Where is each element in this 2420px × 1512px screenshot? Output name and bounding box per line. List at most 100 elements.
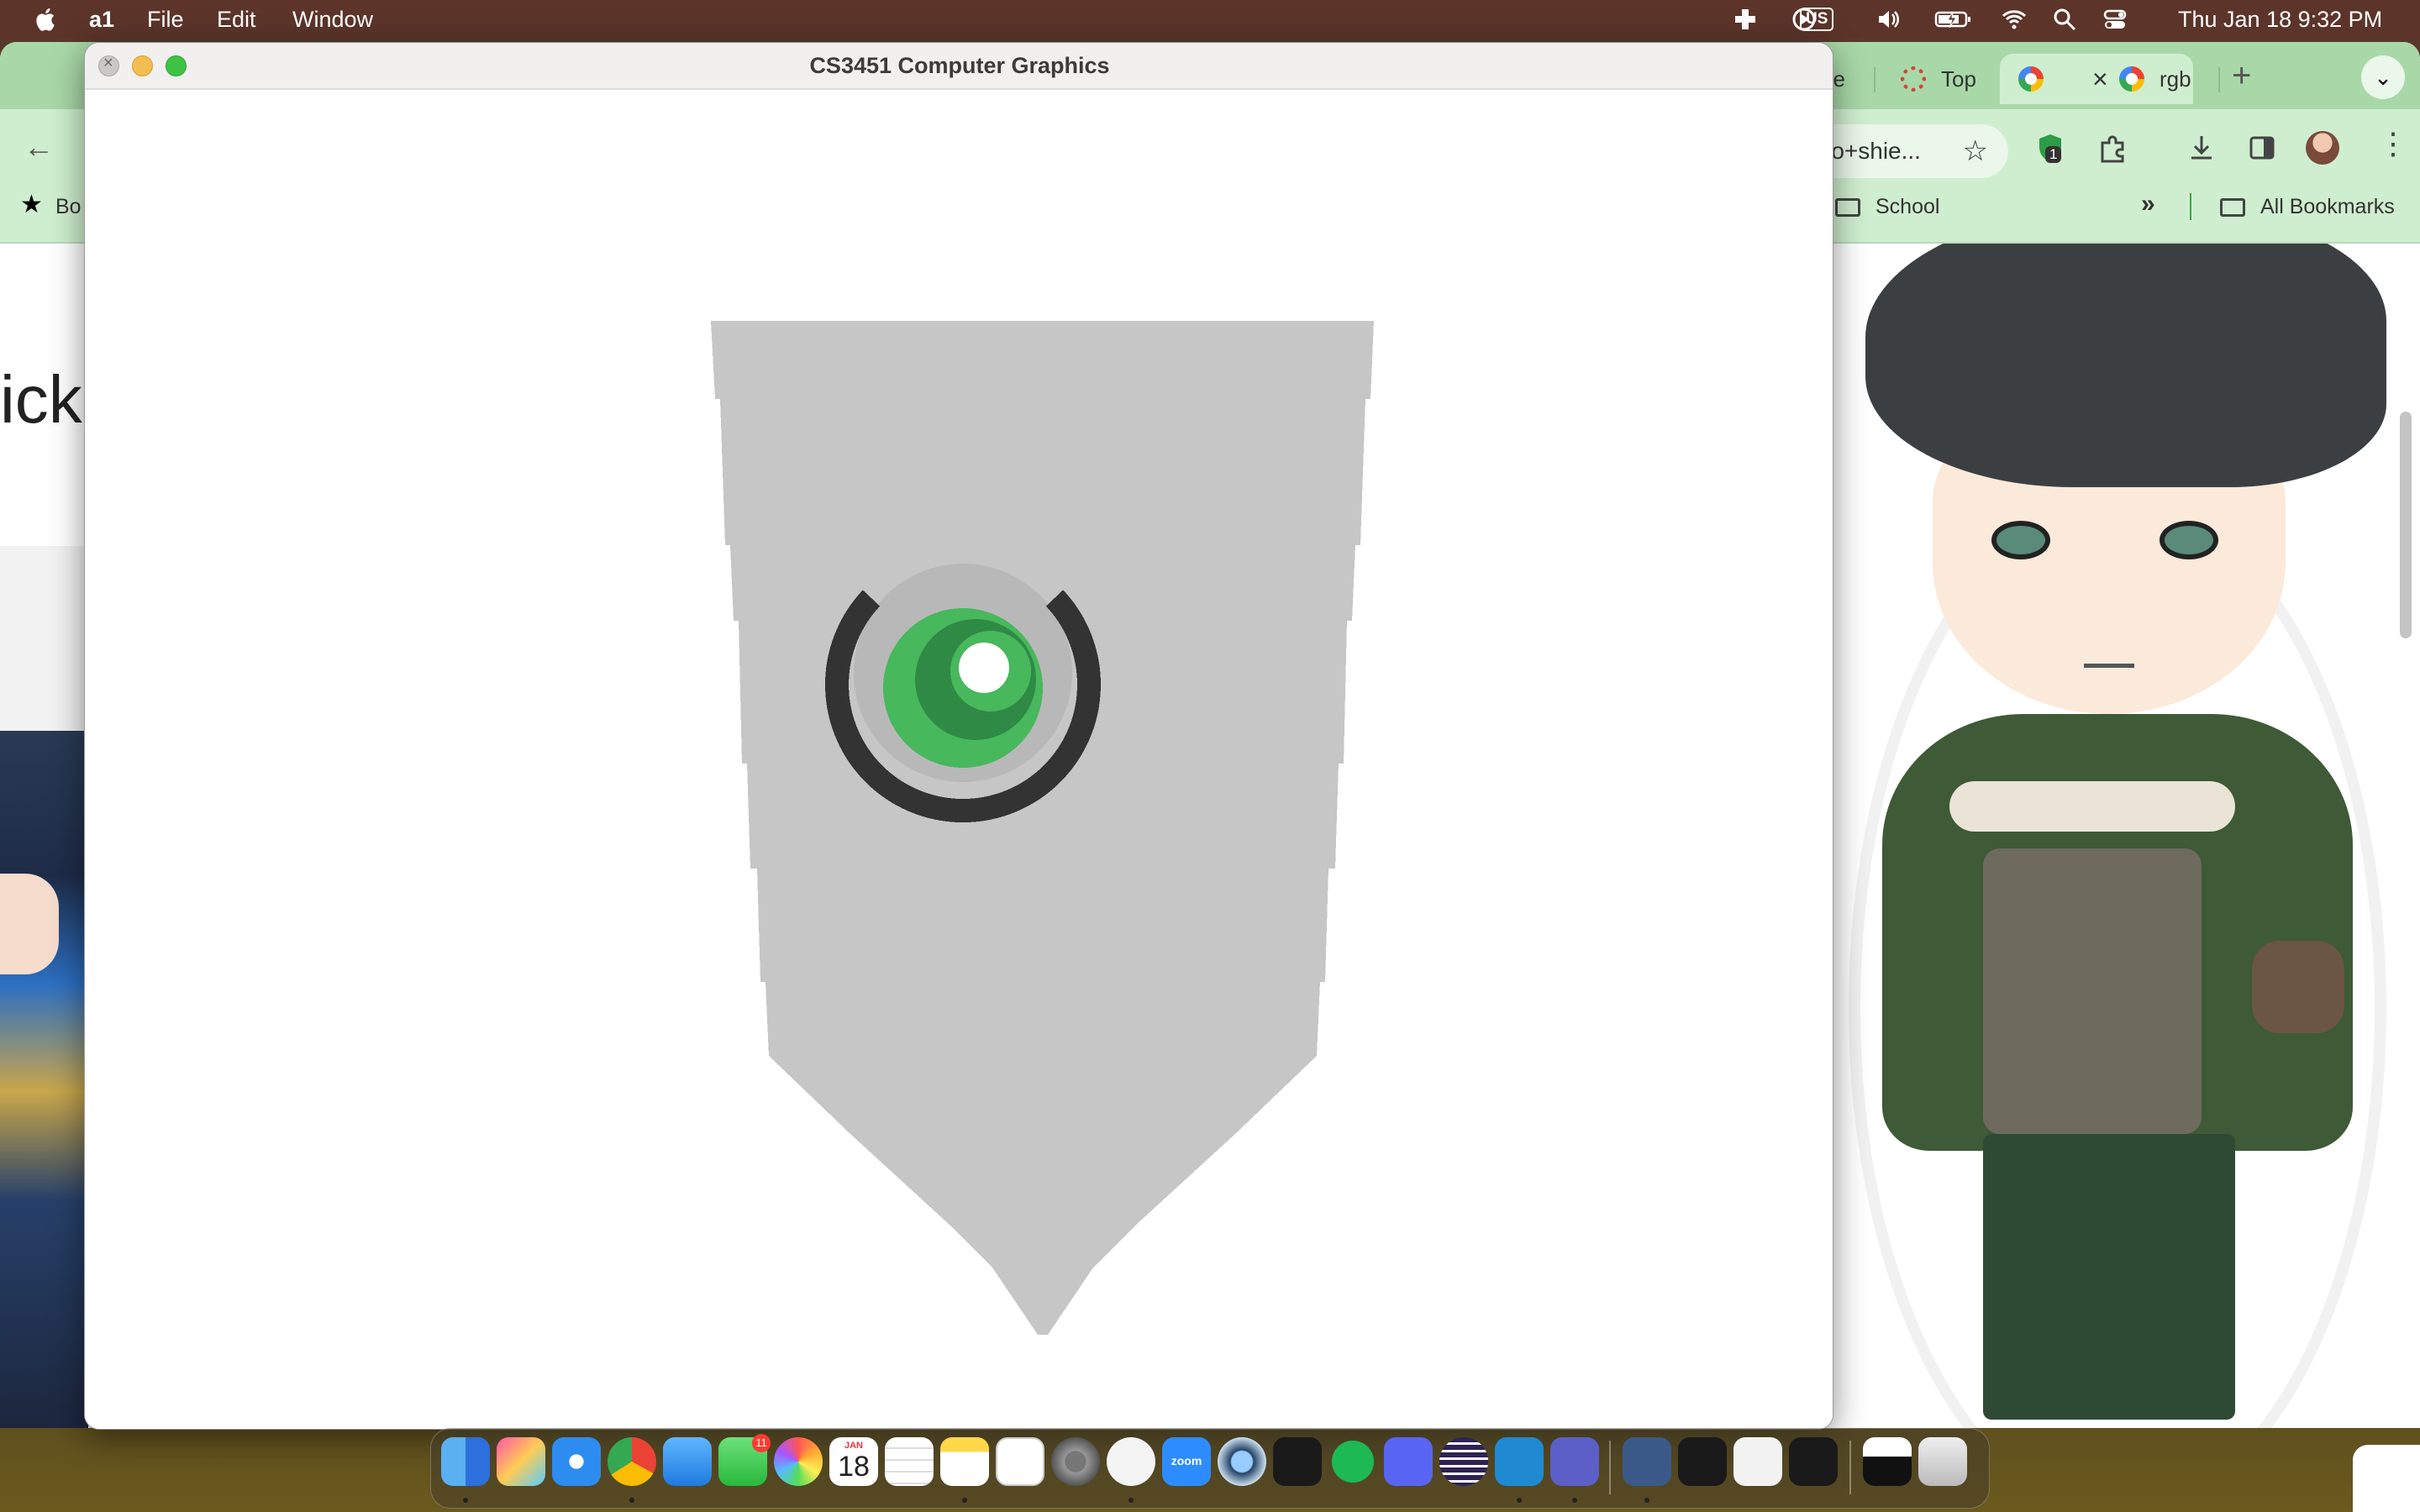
back-arrow-icon[interactable]: ←	[24, 129, 54, 165]
quicktime-icon[interactable]	[1218, 1437, 1266, 1486]
zoom-label: zoom	[1171, 1454, 1202, 1467]
dock: 11 JAN 18 zoom	[430, 1428, 1990, 1509]
more-menu-icon[interactable]: ⋮	[2378, 126, 2408, 161]
eclipse-icon[interactable]	[1439, 1437, 1488, 1486]
photos-icon[interactable]	[774, 1437, 823, 1486]
finder-icon[interactable]	[441, 1437, 490, 1486]
running-indicator	[463, 1498, 468, 1503]
console-icon[interactable]	[1789, 1437, 1838, 1486]
new-tab-plus-icon[interactable]: +	[2232, 57, 2251, 95]
calendar-icon[interactable]: JAN 18	[829, 1437, 878, 1486]
terminal-window-icon[interactable]	[1678, 1437, 1727, 1486]
window-titlebar[interactable]: CS3451 Computer Graphics	[85, 43, 1833, 90]
bookmark-folder-label: School	[1876, 195, 1940, 218]
messages-badge: 11	[752, 1434, 771, 1452]
site-favicon-icon	[1901, 66, 1926, 92]
calendar-day: 18	[838, 1451, 870, 1483]
zoom-icon[interactable]: zoom	[1162, 1437, 1211, 1486]
menu-bar: a1 File Edit Window US Thu Jan 18 9:32 P…	[0, 0, 2420, 39]
terminal-icon[interactable]	[1273, 1437, 1322, 1486]
tab-separator	[1874, 67, 1876, 92]
running-indicator	[629, 1498, 634, 1503]
page-heading-partial: ick	[0, 362, 82, 437]
character-fur-collar	[1949, 781, 2235, 832]
control-center-icon[interactable]	[2102, 7, 2128, 32]
character-hair	[1865, 244, 2386, 487]
mail-icon[interactable]	[663, 1437, 712, 1486]
textedit-icon[interactable]	[1733, 1437, 1782, 1486]
trash-icon[interactable]	[1918, 1437, 1967, 1486]
downloads-stack-icon[interactable]	[1863, 1437, 1912, 1486]
google-favicon-icon	[2119, 66, 2144, 92]
mysql-workbench-icon[interactable]	[1623, 1437, 1671, 1486]
anime-character-image-right[interactable]	[1832, 244, 2400, 1428]
chatgpt-icon[interactable]	[1107, 1437, 1155, 1486]
download-icon[interactable]	[2185, 131, 2218, 165]
reminders-icon[interactable]	[885, 1437, 934, 1486]
dock-separator	[1849, 1441, 1851, 1494]
apple-menu-icon[interactable]	[32, 5, 60, 34]
dock-separator	[1609, 1441, 1611, 1494]
more-bookmarks-chevron-icon[interactable]: »	[2141, 190, 2155, 218]
launchpad-icon[interactable]	[497, 1437, 545, 1486]
gem-highlight	[959, 643, 1009, 693]
bookmark-star-icon[interactable]: ☆	[1963, 124, 1988, 178]
side-panel-icon[interactable]	[2245, 131, 2279, 165]
bookmark-star-icon[interactable]: ★	[20, 190, 43, 219]
character-eye	[1991, 521, 2050, 559]
input-source-indicator[interactable]: US	[1800, 8, 1834, 31]
extension-badge: 1	[2045, 146, 2062, 163]
character-eye	[2160, 521, 2218, 559]
menu-window[interactable]: Window	[292, 7, 373, 33]
character-mouth	[2084, 664, 2134, 668]
character-armor	[1983, 848, 2202, 1134]
search-icon[interactable]	[2052, 7, 2077, 32]
menu-edit[interactable]: Edit	[217, 7, 256, 33]
running-indicator	[962, 1498, 967, 1503]
render-canvas[interactable]	[85, 92, 1833, 1429]
vscode-icon[interactable]	[1495, 1437, 1544, 1486]
running-indicator	[1572, 1498, 1577, 1503]
page-scrollbar[interactable]	[2400, 412, 2412, 638]
running-indicator	[1128, 1498, 1134, 1503]
character-legs	[1983, 1134, 2235, 1420]
medical-cross-icon[interactable]	[1733, 7, 1758, 32]
bookmark-item[interactable]: Bo	[55, 195, 82, 219]
discord-icon[interactable]	[1384, 1437, 1433, 1486]
volume-icon[interactable]	[1876, 7, 1901, 32]
battery-icon[interactable]	[1934, 7, 1973, 32]
menubar-clock[interactable]: Thu Jan 18 9:32 PM	[2178, 7, 2382, 33]
folder-icon	[2220, 197, 2245, 217]
freeform-icon[interactable]	[996, 1437, 1044, 1486]
spotify-icon[interactable]	[1328, 1437, 1377, 1486]
tab-search-chevron-icon[interactable]: ⌄	[2361, 55, 2405, 99]
graphics-window: CS3451 Computer Graphics	[84, 42, 1833, 1430]
shield-shape	[551, 321, 1374, 1335]
notes-icon[interactable]	[940, 1437, 989, 1486]
tab-top[interactable]: Top	[1882, 54, 1976, 104]
notification-edge	[2353, 1445, 2420, 1512]
tab-separator	[2218, 67, 2220, 92]
system-settings-icon[interactable]	[1051, 1437, 1100, 1486]
all-bookmarks-label: All Bookmarks	[2260, 195, 2395, 218]
wifi-icon[interactable]	[2002, 7, 2027, 32]
extensions-puzzle-icon[interactable]	[2096, 131, 2129, 165]
profile-avatar[interactable]	[2306, 131, 2339, 165]
bookmarks-divider	[2190, 193, 2191, 220]
tab-label: Top	[1941, 66, 1976, 92]
tab-rgb[interactable]: rgb	[2101, 54, 2191, 104]
character-glove	[2252, 941, 2344, 1033]
teams-icon[interactable]	[1550, 1437, 1599, 1486]
window-title: CS3451 Computer Graphics	[809, 53, 1110, 78]
messages-icon[interactable]: 11	[718, 1434, 771, 1486]
menu-file[interactable]: File	[147, 7, 184, 33]
address-bar-text: ro+shie...	[1823, 138, 1921, 164]
app-name[interactable]: a1	[89, 7, 114, 33]
all-bookmarks-button[interactable]: All Bookmarks	[2220, 195, 2395, 219]
anime-character-image-left[interactable]	[0, 731, 88, 1428]
running-indicator	[1644, 1498, 1649, 1503]
chrome-icon[interactable]	[608, 1437, 656, 1486]
safari-icon[interactable]	[552, 1437, 601, 1486]
character-face	[0, 874, 59, 974]
bookmark-folder-school[interactable]: School	[1835, 195, 1939, 219]
